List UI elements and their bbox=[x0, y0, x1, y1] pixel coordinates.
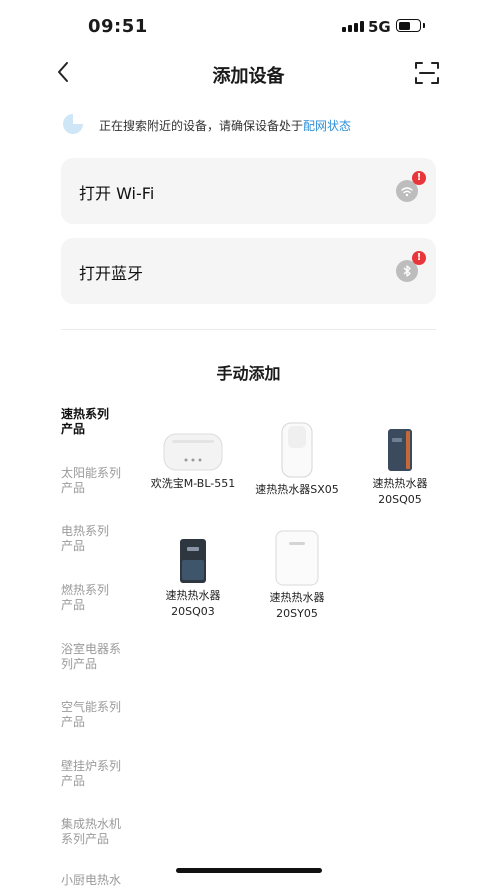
home-indicator[interactable] bbox=[176, 868, 322, 873]
open-wifi-label: 打开 Wi-Fi bbox=[79, 184, 155, 203]
category-label-line: 产品 bbox=[61, 422, 86, 436]
category-label-line: 集成热水机 bbox=[61, 817, 122, 831]
status-time: 09:51 bbox=[88, 16, 148, 37]
category-label-line: 太阳能系列 bbox=[61, 466, 122, 480]
product-image-wash-box bbox=[162, 424, 224, 472]
open-bluetooth-card[interactable]: 打开蓝牙 ! bbox=[61, 238, 436, 304]
product-card[interactable]: 欢洗宝M-BL-551 bbox=[143, 424, 243, 492]
scan-icon bbox=[415, 62, 439, 84]
category-quick-heat[interactable]: 速热系列 产品 bbox=[61, 407, 141, 437]
open-bluetooth-label: 打开蓝牙 bbox=[79, 264, 144, 283]
product-card[interactable]: 速热热水器 20SY05 bbox=[247, 530, 347, 622]
category-solar[interactable]: 太阳能系列 产品 bbox=[61, 466, 141, 496]
category-bathroom[interactable]: 浴室电器系 列产品 bbox=[61, 642, 141, 672]
cellular-signal-icon bbox=[342, 21, 364, 32]
category-label-line: 燃热系列 bbox=[61, 583, 110, 597]
product-name: 速热热水器 bbox=[372, 477, 428, 490]
product-model: 20SY05 bbox=[276, 607, 318, 620]
category-label-line: 浴室电器系 bbox=[61, 642, 122, 656]
search-hint-text: 正在搜索附近的设备，请确保设备处于 bbox=[99, 119, 304, 133]
product-card[interactable]: 速热热水器 20SQ03 bbox=[143, 538, 243, 620]
search-hint: 正在搜索附近的设备，请确保设备处于配网状态 bbox=[99, 117, 351, 134]
divider bbox=[61, 329, 436, 330]
category-label-line: 产品 bbox=[61, 774, 86, 788]
product-name: 速热热水器SX05 bbox=[255, 483, 339, 496]
wifi-alert-badge: ! bbox=[412, 171, 426, 185]
product-image-heater-20sq03 bbox=[179, 538, 207, 584]
category-integrated[interactable]: 集成热水机 系列产品 bbox=[61, 817, 141, 847]
product-model: 20SQ03 bbox=[171, 605, 215, 618]
category-label-line: 壁挂炉系列 bbox=[61, 759, 122, 773]
scan-button[interactable] bbox=[414, 60, 440, 86]
category-label-line: 产品 bbox=[61, 539, 86, 553]
manual-add-title: 手动添加 bbox=[216, 364, 281, 383]
product-image-heater-20sq05 bbox=[387, 428, 413, 472]
category-wall-boiler[interactable]: 壁挂炉系列 产品 bbox=[61, 759, 141, 789]
battery-tip bbox=[423, 23, 425, 28]
category-label-line: 产品 bbox=[61, 598, 86, 612]
category-gas[interactable]: 燃热系列 产品 bbox=[61, 583, 141, 613]
category-label-line: 列产品 bbox=[61, 657, 98, 671]
network-type: 5G bbox=[368, 18, 391, 36]
category-label-line: 产品 bbox=[61, 481, 86, 495]
searching-spinner-icon bbox=[62, 113, 84, 135]
category-label-line: 产品 bbox=[61, 715, 86, 729]
product-name: 速热热水器 bbox=[269, 591, 325, 604]
product-image-heater-20sy05 bbox=[274, 530, 320, 586]
category-label-line: 速热系列 bbox=[61, 407, 110, 421]
category-air-energy[interactable]: 空气能系列 产品 bbox=[61, 700, 141, 730]
category-electric[interactable]: 电热系列 产品 bbox=[61, 524, 141, 554]
product-name: 欢洗宝M-BL-551 bbox=[150, 477, 236, 490]
category-label-line: 系列产品 bbox=[61, 832, 110, 846]
open-wifi-card[interactable]: 打开 Wi-Fi ! bbox=[61, 158, 436, 224]
bluetooth-icon: ! bbox=[396, 251, 426, 282]
category-label-line: 小厨电热水 bbox=[61, 873, 122, 887]
product-card[interactable]: 速热热水器SX05 bbox=[247, 422, 347, 498]
category-label-line: 空气能系列 bbox=[61, 700, 122, 714]
category-small-kitchen[interactable]: 小厨电热水 bbox=[61, 873, 141, 888]
wifi-icon: ! bbox=[396, 171, 426, 202]
battery-icon bbox=[396, 19, 421, 32]
product-image-heater-sx05 bbox=[280, 422, 314, 478]
category-label-line: 电热系列 bbox=[61, 524, 110, 538]
bluetooth-alert-badge: ! bbox=[412, 251, 426, 265]
product-name: 速热热水器 bbox=[165, 589, 221, 602]
product-model: 20SQ05 bbox=[378, 493, 422, 506]
product-card[interactable]: 速热热水器 20SQ05 bbox=[350, 428, 450, 508]
network-mode-link[interactable]: 配网状态 bbox=[303, 119, 351, 133]
